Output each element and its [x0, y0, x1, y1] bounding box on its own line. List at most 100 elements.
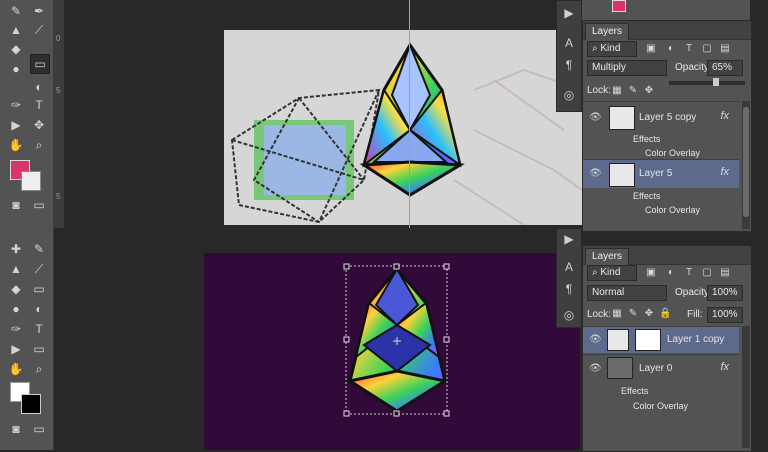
brush-presets-icon[interactable]: ◎	[561, 87, 577, 103]
screen-mode-icon[interactable]: ▭	[30, 420, 48, 438]
adjustment-filter-icon[interactable]: ◐	[665, 43, 677, 55]
smart-object-filter-icon[interactable]: ▤	[719, 267, 731, 279]
quick-mask-icon[interactable]: ◙	[7, 420, 25, 438]
scrollbar-thumb[interactable]	[743, 107, 749, 217]
stamp-tool-icon[interactable]: ▲	[7, 260, 25, 278]
lock-all-icon[interactable]: 🔒	[659, 308, 671, 320]
layers-tabbar: Layers	[583, 21, 751, 40]
pen-tool-icon[interactable]: ✑	[7, 320, 25, 338]
hand-tool-icon[interactable]: ✋	[7, 360, 25, 378]
zoom-tool-icon[interactable]: ⌕	[30, 136, 48, 154]
guide-line	[409, 0, 410, 228]
visibility-eye-icon[interactable]: 👁	[589, 334, 602, 345]
lock-label: Lock:	[587, 85, 611, 96]
dodge-tool-icon[interactable]: ◐	[30, 78, 48, 96]
pixel-filter-icon[interactable]: ▣	[645, 43, 657, 55]
shape-filter-icon[interactable]: ▢	[701, 43, 713, 55]
opacity-input[interactable]: 100%	[707, 285, 743, 301]
lock-position-icon[interactable]: ✥	[643, 308, 655, 320]
character-panel-icon[interactable]: A	[561, 35, 577, 51]
mixer-brush-icon[interactable]: ✒	[30, 2, 48, 20]
lock-transparent-icon[interactable]: ▦	[611, 308, 623, 320]
collapse-arrow-icon[interactable]: ▶	[561, 231, 577, 247]
eraser-tool-icon[interactable]: ◆	[7, 280, 25, 298]
effect-color-overlay[interactable]: Color Overlay	[633, 401, 688, 411]
visibility-eye-icon[interactable]: 👁	[589, 168, 602, 179]
brush-presets-icon[interactable]: ◎	[561, 307, 577, 323]
rectangle-tool-icon[interactable]: ▭	[30, 340, 48, 358]
fx-icon[interactable]: fx	[720, 110, 729, 122]
layer-row[interactable]: 👁 Layer 5 copy fx Effects Color Overlay	[583, 101, 739, 158]
type-filter-icon[interactable]: T	[683, 267, 695, 279]
filter-kind-select[interactable]: ⌕ Kind	[587, 265, 637, 281]
layers-scrollbar[interactable]	[742, 326, 750, 448]
layer-name[interactable]: Layer 5	[639, 168, 672, 179]
blend-mode-select[interactable]: Normal	[587, 285, 667, 301]
background-color-swatch[interactable]	[21, 171, 41, 191]
effect-color-overlay[interactable]: Color Overlay	[645, 148, 700, 158]
pen-tool-icon[interactable]: ✑	[7, 96, 25, 114]
layer-name[interactable]: Layer 0	[639, 363, 672, 374]
dodge-tool-icon[interactable]: ◐	[30, 300, 48, 318]
tab-layers[interactable]: Layers	[585, 248, 630, 265]
layers-scrollbar[interactable]	[742, 101, 750, 229]
fx-icon[interactable]: fx	[720, 166, 729, 178]
layer-thumbnail	[609, 106, 635, 130]
eraser-tool-icon[interactable]: ◆	[7, 40, 25, 58]
stamp-tool-icon[interactable]: ▲	[7, 21, 25, 39]
shape-tool-icon[interactable]: ✥	[30, 116, 48, 134]
type-tool-icon[interactable]: T	[30, 320, 48, 338]
paragraph-panel-icon[interactable]: ¶	[561, 57, 577, 73]
layer-row[interactable]: 👁 Layer 0 fx Effects Color Overlay	[583, 354, 739, 415]
zoom-tool-icon[interactable]: ⌕	[30, 360, 48, 378]
filter-kind-select[interactable]: ⌕ Kind	[587, 41, 637, 57]
canvas-top[interactable]	[224, 30, 582, 225]
healing-brush-icon[interactable]: ✚	[7, 240, 25, 258]
type-filter-icon[interactable]: T	[683, 43, 695, 55]
layer-row-selected[interactable]: 👁 Layer 1 copy	[583, 326, 739, 353]
blend-mode-select[interactable]: Multiply	[587, 60, 667, 76]
history-brush-icon[interactable]: ⟋	[30, 21, 48, 39]
pixel-filter-icon[interactable]: ▣	[645, 267, 657, 279]
paragraph-panel-icon[interactable]: ¶	[561, 281, 577, 297]
color-swatch-icon[interactable]	[612, 0, 626, 12]
quick-mask-icon[interactable]: ◙	[7, 196, 25, 214]
lock-pixels-icon[interactable]: ✎	[627, 85, 639, 97]
brush-tool-icon[interactable]: ✎	[30, 240, 48, 258]
ruler-mark: 0	[56, 34, 61, 43]
opacity-slider-thumb[interactable]	[713, 78, 719, 86]
path-select-icon[interactable]: ▶	[7, 116, 25, 134]
smart-object-filter-icon[interactable]: ▤	[719, 43, 731, 55]
canvas-bottom[interactable]	[204, 253, 580, 450]
background-color-swatch[interactable]	[21, 394, 41, 414]
collapse-arrow-icon[interactable]: ▶	[561, 5, 577, 21]
opacity-input[interactable]: 65%	[707, 60, 743, 76]
layer-name[interactable]: Layer 1 copy	[667, 334, 724, 345]
type-tool-icon[interactable]: T	[30, 96, 48, 114]
layer-mask-thumbnail[interactable]	[635, 329, 661, 351]
screen-mode-icon[interactable]: ▭	[30, 196, 48, 214]
fill-input[interactable]: 100%	[707, 307, 743, 323]
hand-tool-icon[interactable]: ✋	[7, 136, 25, 154]
fx-icon[interactable]: fx	[720, 361, 729, 373]
character-panel-icon[interactable]: A	[561, 259, 577, 275]
blur-tool-icon[interactable]: ●	[7, 300, 25, 318]
lock-position-icon[interactable]: ✥	[643, 85, 655, 97]
visibility-eye-icon[interactable]: 👁	[589, 363, 602, 374]
effect-color-overlay[interactable]: Color Overlay	[645, 205, 700, 215]
gradient-tool-icon[interactable]: ▭	[30, 280, 48, 298]
adjustment-filter-icon[interactable]: ◐	[665, 267, 677, 279]
path-select-icon[interactable]: ▶	[7, 340, 25, 358]
layer-name[interactable]: Layer 5 copy	[639, 112, 696, 123]
history-brush-icon[interactable]: ⟋	[30, 260, 48, 278]
lock-transparent-icon[interactable]: ▦	[611, 85, 623, 97]
tab-layers[interactable]: Layers	[585, 23, 630, 40]
blur-tool-icon[interactable]: ●	[7, 60, 25, 78]
brush-tool-icon[interactable]: ✎	[7, 2, 25, 20]
layer-row-selected[interactable]: 👁 Layer 5 fx	[583, 159, 739, 188]
visibility-eye-icon[interactable]: 👁	[589, 112, 602, 123]
gradient-tool-icon[interactable]: ▭	[30, 54, 50, 74]
opacity-slider[interactable]	[669, 78, 745, 86]
lock-pixels-icon[interactable]: ✎	[627, 308, 639, 320]
shape-filter-icon[interactable]: ▢	[701, 267, 713, 279]
